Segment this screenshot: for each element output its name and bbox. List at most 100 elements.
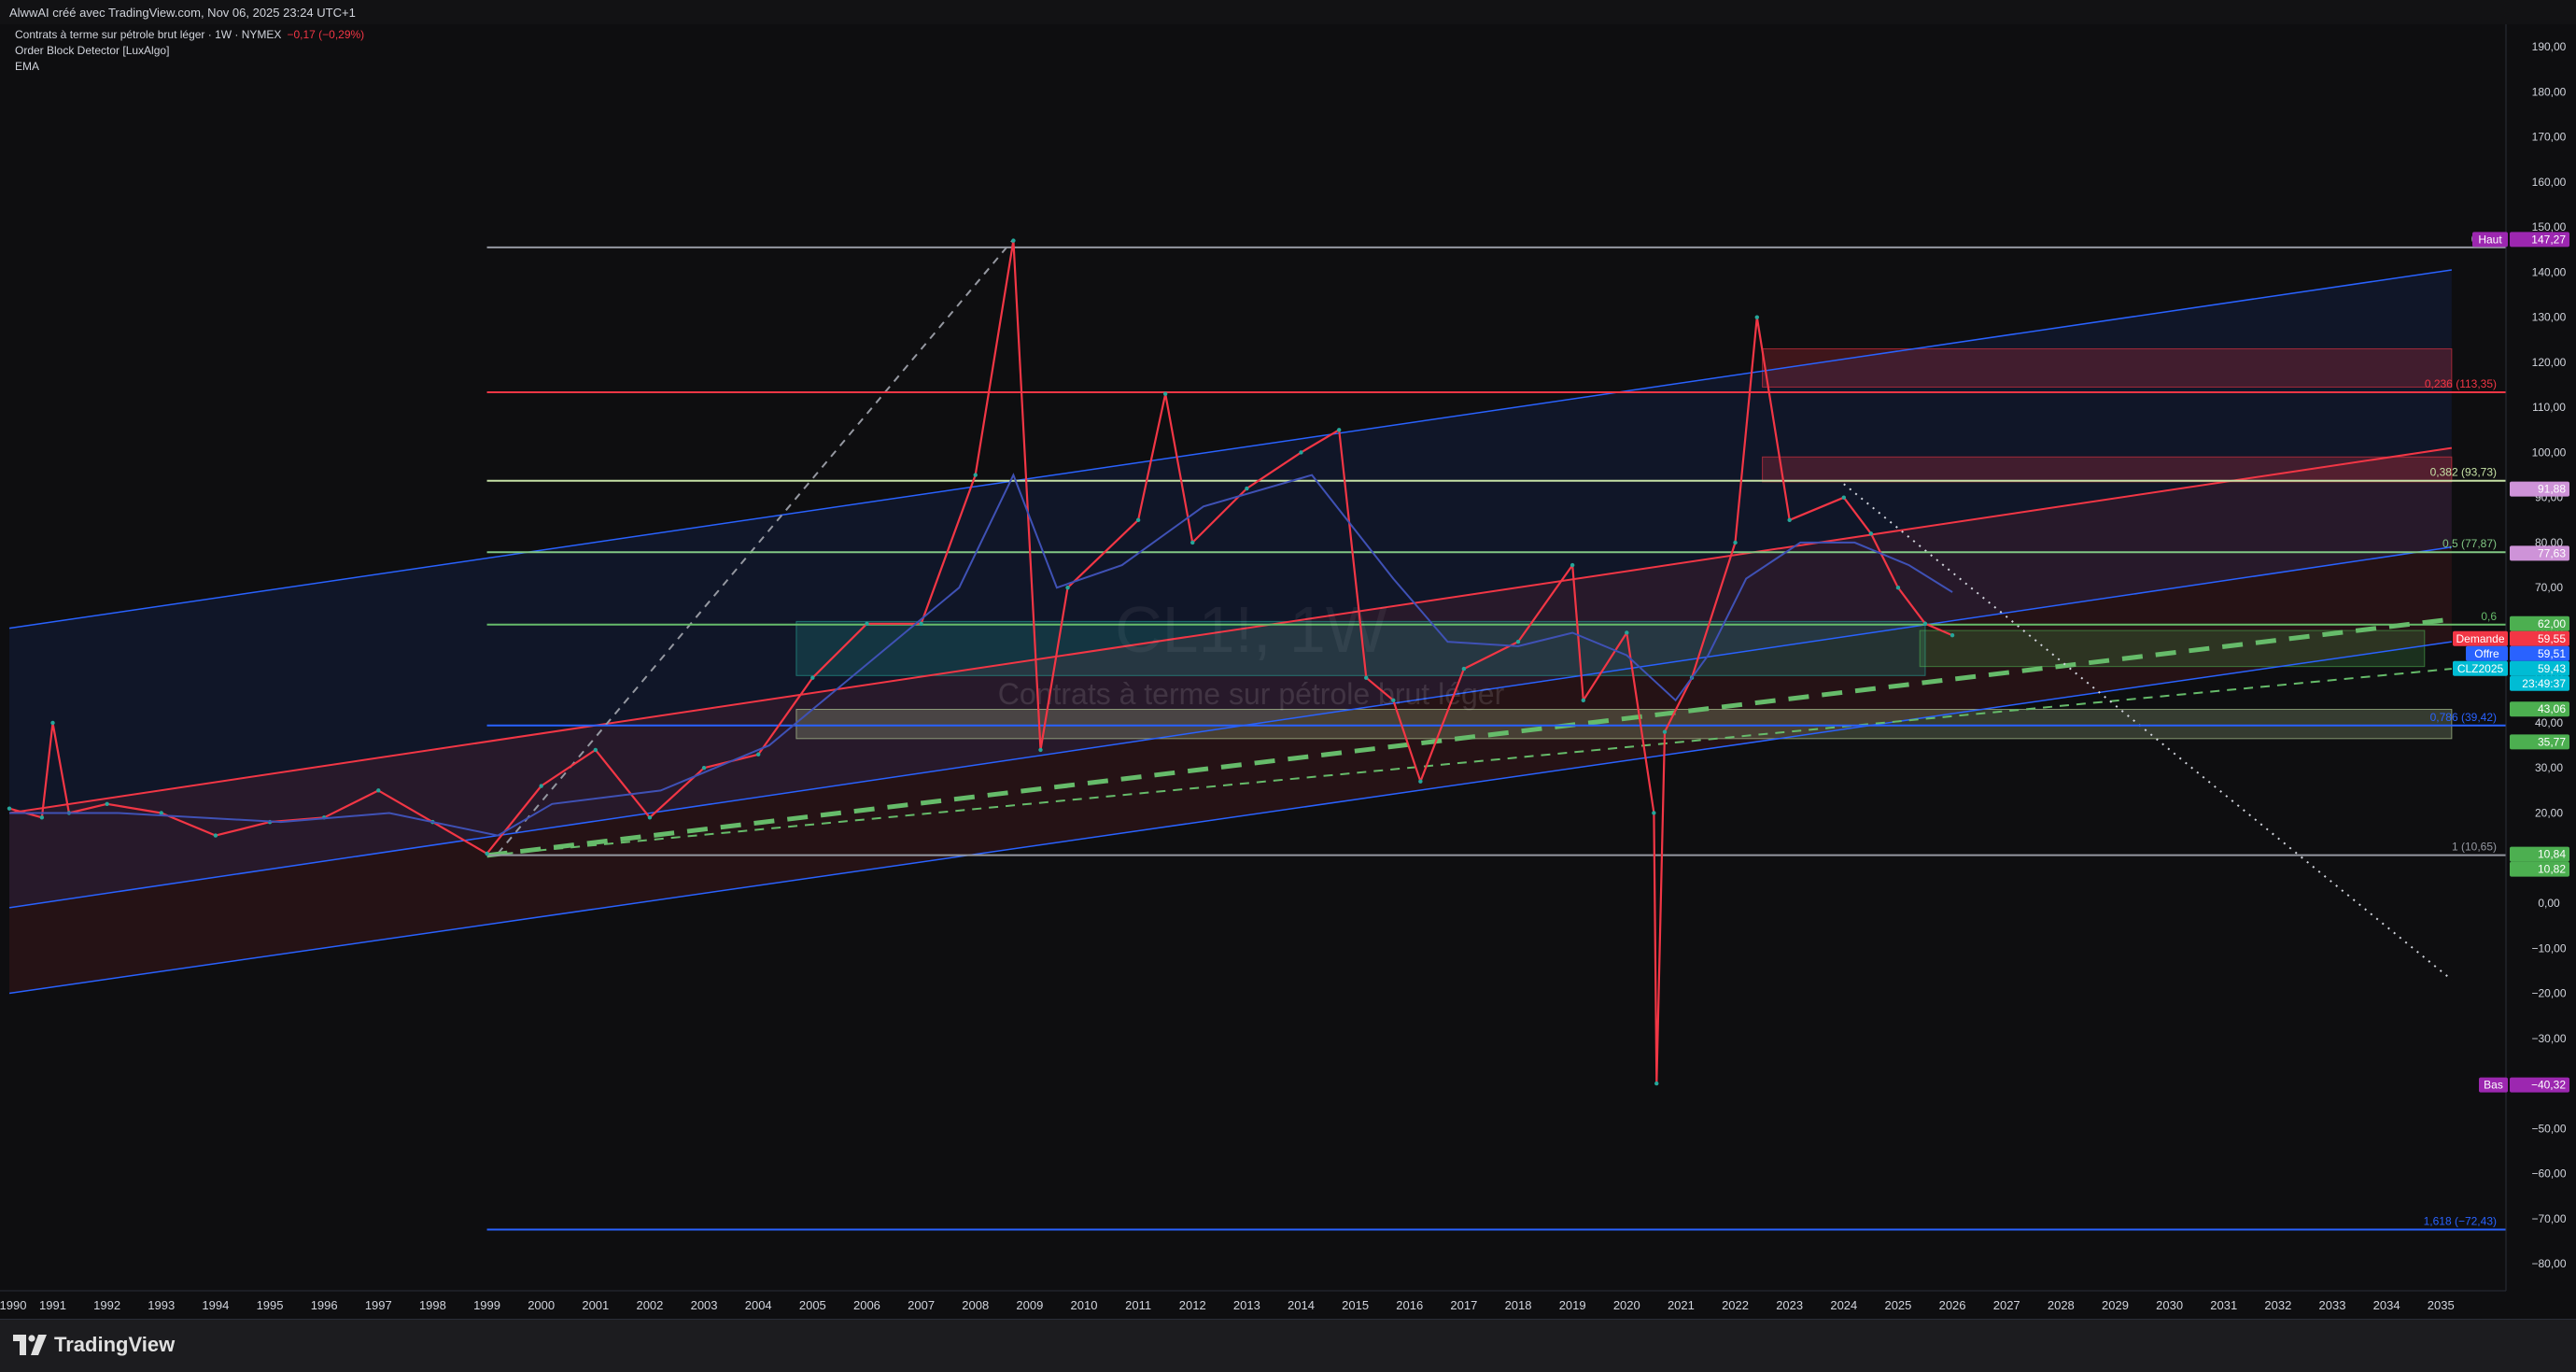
- y-tick-label-26: −70,00: [2531, 1212, 2566, 1225]
- price-point-30: [1364, 675, 1369, 680]
- indicator-order-block[interactable]: Order Block Detector [LuxAlgo]: [15, 44, 169, 57]
- x-tick-label-42: 2032: [2264, 1298, 2291, 1312]
- x-tick-label-26: 2016: [1396, 1298, 1423, 1312]
- footer-bar: TradingView: [0, 1319, 2576, 1372]
- price-point-21: [1011, 238, 1016, 243]
- price-point-11: [485, 851, 489, 856]
- price-point-42: [1733, 540, 1738, 545]
- price-tag-value-6: 59,43: [2538, 662, 2566, 675]
- fib-level-label-4: 0,6: [2481, 610, 2497, 623]
- price-point-22: [1038, 747, 1043, 753]
- y-tick-label-8: 110,00: [2532, 401, 2566, 414]
- price-tag-prefix-5: Offre: [2474, 647, 2499, 660]
- price-tag-value-12: −40,32: [2531, 1079, 2566, 1092]
- x-tick-label-18: 2008: [962, 1298, 989, 1312]
- x-tick-label-36: 2026: [1939, 1298, 1966, 1312]
- x-tick-label-30: 2020: [1613, 1298, 1640, 1312]
- attribution-text: AlwwAI créé avec TradingView.com, Nov 06…: [9, 6, 356, 20]
- y-tick-label-24: −50,00: [2531, 1122, 2566, 1135]
- y-tick-label-25: −60,00: [2531, 1167, 2566, 1181]
- x-tick-label-32: 2022: [1722, 1298, 1749, 1312]
- x-tick-label-35: 2025: [1884, 1298, 1911, 1312]
- price-point-38: [1652, 811, 1656, 815]
- fib-level-label-1: 0,236 (113,35): [2425, 377, 2497, 390]
- price-point-48: [1922, 621, 1928, 627]
- x-tick-label-4: 1994: [202, 1298, 229, 1312]
- x-tick-label-19: 2009: [1016, 1298, 1043, 1312]
- indicator-ema[interactable]: EMA: [15, 60, 39, 73]
- price-point-2: [50, 720, 55, 726]
- price-tag-value-9: 35,77: [2538, 735, 2566, 748]
- x-tick-label-23: 2013: [1233, 1298, 1260, 1312]
- watermark-symbol: CL1!, 1W: [1115, 593, 1387, 666]
- x-tick-label-25: 2015: [1342, 1298, 1369, 1312]
- y-tick-label-4: 150,00: [2532, 220, 2567, 233]
- price-tag-prefix-12: Bas: [2484, 1079, 2503, 1092]
- x-tick-label-27: 2017: [1450, 1298, 1477, 1312]
- y-tick-label-0: 190,00: [2532, 40, 2567, 53]
- legend-title-row: Contrats à terme sur pétrole brut léger …: [15, 28, 364, 41]
- price-point-6: [213, 833, 218, 838]
- price-point-14: [647, 815, 653, 820]
- x-tick-label-11: 2001: [582, 1298, 609, 1312]
- x-tick-label-39: 2029: [2102, 1298, 2129, 1312]
- price-point-36: [1581, 698, 1585, 703]
- x-tick-label-22: 2012: [1179, 1298, 1206, 1312]
- price-point-12: [539, 784, 543, 788]
- y-tick-label-22: −30,00: [2531, 1032, 2566, 1045]
- y-tick-label-1: 180,00: [2532, 85, 2567, 98]
- x-tick-label-3: 1993: [148, 1298, 175, 1312]
- price-point-37: [1625, 630, 1629, 635]
- price-point-25: [1162, 391, 1168, 396]
- tradingview-brand: TradingView: [54, 1333, 176, 1356]
- price-chart[interactable]: CL1!, 1W Contrats à terme sur pétrole br…: [0, 24, 2576, 1319]
- order-block-zone-2: [1762, 347, 2453, 388]
- x-tick-label-2: 1992: [93, 1298, 120, 1312]
- watermark-name: Contrats à terme sur pétrole brut léger: [998, 677, 1505, 711]
- x-tick-label-41: 2031: [2210, 1298, 2237, 1312]
- symbol-title[interactable]: Contrats à terme sur pétrole brut léger …: [15, 28, 281, 41]
- fib-level-label-7: 1,618 (−72,43): [2424, 1215, 2497, 1228]
- price-tag-value-2: 77,63: [2538, 546, 2566, 559]
- y-tick-label-17: 20,00: [2535, 806, 2563, 819]
- y-tick-label-12: 70,00: [2535, 581, 2563, 594]
- x-tick-label-14: 2004: [745, 1298, 772, 1312]
- y-tick-label-5: 140,00: [2532, 265, 2567, 278]
- x-tick-label-44: 2034: [2373, 1298, 2400, 1312]
- price-point-17: [810, 675, 815, 680]
- fib-level-label-3: 0,5 (77,87): [2442, 537, 2497, 550]
- fib-level-label-6: 1 (10,65): [2452, 841, 2497, 854]
- price-tag-value-3: 62,00: [2538, 617, 2566, 630]
- x-tick-label-8: 1998: [419, 1298, 446, 1312]
- y-tick-label-2: 170,00: [2532, 131, 2567, 144]
- price-point-0: [7, 806, 12, 811]
- price-tag-value-0: 147,27: [2531, 233, 2566, 246]
- price-tag-prefix-0: Haut: [2478, 233, 2502, 246]
- x-tick-label-24: 2014: [1288, 1298, 1315, 1312]
- price-point-9: [376, 788, 381, 793]
- x-tick-label-40: 2030: [2156, 1298, 2183, 1312]
- price-point-34: [1515, 639, 1521, 644]
- price-point-45: [1841, 495, 1847, 500]
- x-tick-label-20: 2010: [1071, 1298, 1098, 1312]
- price-point-33: [1461, 666, 1467, 672]
- y-tick-label-20: −10,00: [2531, 941, 2566, 955]
- x-tick-label-43: 2033: [2319, 1298, 2346, 1312]
- price-point-35: [1570, 562, 1575, 568]
- x-tick-label-28: 2018: [1505, 1298, 1532, 1312]
- x-tick-label-15: 2005: [799, 1298, 826, 1312]
- x-tick-label-33: 2023: [1776, 1298, 1803, 1312]
- price-tag-value-7: 23:49:37: [2522, 677, 2566, 690]
- fib-level-label-5: 0,786 (39,42): [2430, 711, 2497, 724]
- price-point-1: [39, 815, 45, 820]
- x-tick-label-29: 2019: [1559, 1298, 1586, 1312]
- price-point-20: [973, 473, 978, 477]
- x-tick-label-7: 1997: [365, 1298, 392, 1312]
- x-tick-label-9: 1999: [473, 1298, 500, 1312]
- y-tick-label-27: −80,00: [2531, 1257, 2566, 1270]
- price-point-32: [1418, 779, 1423, 784]
- x-tick-label-6: 1996: [311, 1298, 338, 1312]
- tradingview-logo[interactable]: TradingView: [13, 1333, 175, 1357]
- price-tag-prefix-4: Demande: [2456, 632, 2504, 645]
- fib-level-label-2: 0,382 (93,73): [2430, 466, 2497, 479]
